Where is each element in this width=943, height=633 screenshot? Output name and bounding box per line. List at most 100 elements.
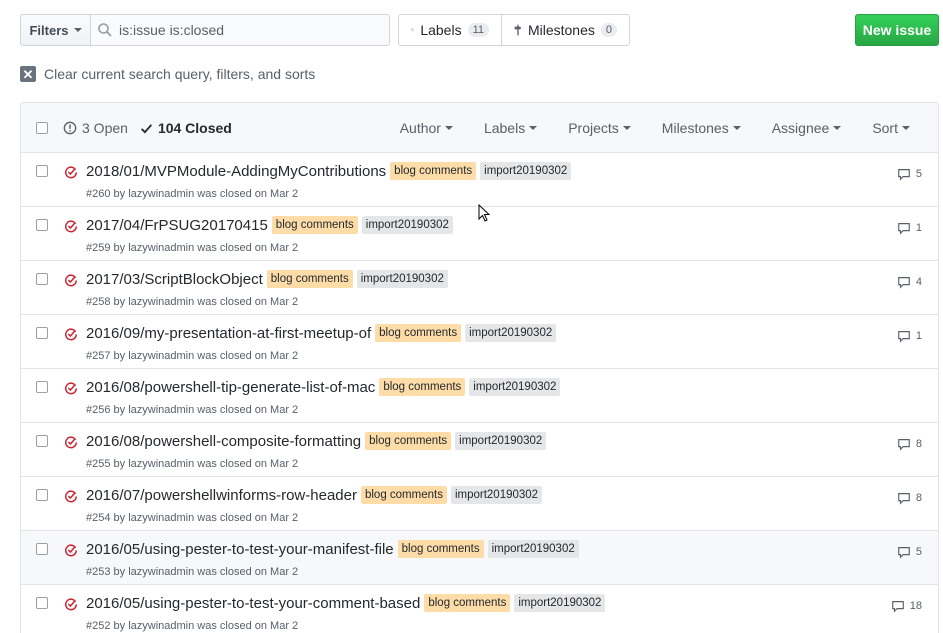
label-blog-comments[interactable]: blog comments <box>424 594 511 612</box>
issue-meta: #257 by lazywinadmin was closed on Mar 2 <box>86 350 299 362</box>
select-all-checkbox[interactable] <box>36 122 48 134</box>
issue-title-link[interactable]: 2017/03/ScriptBlockObject <box>86 271 263 288</box>
projects-menu[interactable]: Projects <box>568 120 631 136</box>
issues-list: 3 Open 104 Closed Author Labels Projects… <box>20 102 939 633</box>
issue-row[interactable]: 2016/05/using-pester-to-test-your-commen… <box>21 585 938 633</box>
milestones-menu[interactable]: Milestones <box>662 120 741 136</box>
labels-label: Labels <box>420 22 462 38</box>
milestones-button[interactable]: Milestones 0 <box>501 14 630 46</box>
comment-count: 1 <box>915 330 922 342</box>
search-input[interactable] <box>119 22 379 38</box>
tag-icon <box>411 28 415 32</box>
labels-button[interactable]: Labels 11 <box>398 14 502 46</box>
issue-title-line: 2016/08/powershell-composite-formatting … <box>86 432 547 450</box>
comment-icon <box>898 331 910 343</box>
comments-link[interactable]: 8 <box>897 437 922 451</box>
sort-menu[interactable]: Sort <box>872 120 910 136</box>
assignee-menu[interactable]: Assignee <box>772 120 842 136</box>
issue-closed-icon <box>65 328 77 341</box>
label-blog-comments[interactable]: blog comments <box>390 162 477 180</box>
caret-down-icon <box>732 126 741 130</box>
issue-meta: #256 by lazywinadmin was closed on Mar 2 <box>86 404 299 416</box>
issue-checkbox[interactable] <box>36 489 48 501</box>
comments-link[interactable]: 18 <box>891 599 922 613</box>
issue-checkbox[interactable] <box>36 597 48 609</box>
issue-title-line: 2016/05/using-pester-to-test-your-manife… <box>86 540 579 558</box>
author-menu[interactable]: Author <box>400 120 453 136</box>
filters-button[interactable]: Filters <box>20 14 91 46</box>
issue-title-link[interactable]: 2016/07/powershellwinforms-row-header <box>86 487 357 504</box>
issue-checkbox[interactable] <box>36 219 48 231</box>
new-issue-button[interactable]: New issue <box>855 14 939 46</box>
issue-title-line: 2016/05/using-pester-to-test-your-commen… <box>86 594 606 612</box>
caret-down-icon <box>902 126 910 130</box>
comments-link[interactable]: 8 <box>897 491 922 505</box>
label-import[interactable]: import20190302 <box>514 594 606 612</box>
issue-title-link[interactable]: 2016/09/my-presentation-at-first-meetup-… <box>86 325 371 342</box>
issues-toolbar: Filters Labels 11 Milestones 0 New issue <box>20 14 939 46</box>
label-blog-comments[interactable]: blog comments <box>360 486 447 504</box>
issue-closed-icon <box>65 220 77 233</box>
issue-row[interactable]: 2016/05/using-pester-to-test-your-manife… <box>21 531 938 585</box>
issue-title-line: 2017/04/FrPSUG20170415 blog comments imp… <box>86 216 453 234</box>
label-import[interactable]: import20190302 <box>469 378 561 396</box>
issue-title-link[interactable]: 2016/05/using-pester-to-test-your-manife… <box>86 541 394 558</box>
clear-filters-text: Clear current search query, filters, and… <box>44 66 316 82</box>
comments-link[interactable]: 1 <box>897 329 922 343</box>
label-import[interactable]: import20190302 <box>487 540 579 558</box>
issue-closed-icon <box>65 166 77 179</box>
issue-row[interactable]: 2018/01/MVPModule-AddingMyContributions … <box>21 153 938 207</box>
issue-title-link[interactable]: 2018/01/MVPModule-AddingMyContributions <box>86 163 386 180</box>
label-import[interactable]: import20190302 <box>480 162 572 180</box>
comments-link[interactable]: 5 <box>897 545 922 559</box>
comment-count: 18 <box>909 600 922 612</box>
milestones-count: 0 <box>600 23 617 37</box>
clear-filters-link[interactable]: ✕ Clear current search query, filters, a… <box>20 66 315 82</box>
search-field[interactable] <box>90 14 390 46</box>
issue-row[interactable]: 2016/08/powershell-tip-generate-list-of-… <box>21 369 938 423</box>
comments-link[interactable]: 5 <box>897 167 922 181</box>
issue-closed-icon <box>65 544 77 557</box>
closed-issues-toggle[interactable]: 104 Closed <box>140 120 232 136</box>
check-icon <box>140 123 152 133</box>
issue-row[interactable]: 2016/09/my-presentation-at-first-meetup-… <box>21 315 938 369</box>
comments-link[interactable]: 4 <box>897 275 922 289</box>
issue-row[interactable]: 2016/07/powershellwinforms-row-header bl… <box>21 477 938 531</box>
issue-title-link[interactable]: 2016/08/powershell-tip-generate-list-of-… <box>86 379 375 396</box>
milestone-icon <box>514 24 522 36</box>
comment-count: 5 <box>915 546 922 558</box>
label-import[interactable]: import20190302 <box>450 486 543 504</box>
issue-meta: #255 by lazywinadmin was closed on Mar 2 <box>86 458 299 470</box>
label-import[interactable]: import20190302 <box>356 270 448 288</box>
label-import[interactable]: import20190302 <box>361 216 453 234</box>
label-import[interactable]: import20190302 <box>455 432 547 450</box>
open-issues-toggle[interactable]: 3 Open <box>63 120 128 136</box>
issue-checkbox[interactable] <box>36 165 48 177</box>
issue-checkbox[interactable] <box>36 381 48 393</box>
filters-label: Filters <box>29 22 69 38</box>
issue-row[interactable]: 2016/08/powershell-composite-formatting … <box>21 423 938 477</box>
issue-title-link[interactable]: 2016/05/using-pester-to-test-your-commen… <box>86 595 420 612</box>
comments-link[interactable]: 1 <box>897 221 922 235</box>
issue-checkbox[interactable] <box>36 327 48 339</box>
label-blog-comments[interactable]: blog comments <box>397 540 484 558</box>
issue-title-link[interactable]: 2016/08/powershell-composite-formatting <box>86 433 361 450</box>
comment-icon <box>898 223 910 235</box>
label-blog-comments[interactable]: blog comments <box>375 324 462 342</box>
issue-checkbox[interactable] <box>36 543 48 555</box>
comment-count: 8 <box>915 492 922 504</box>
issue-title-line: 2016/09/my-presentation-at-first-meetup-… <box>86 324 557 342</box>
label-blog-comments[interactable]: blog comments <box>271 216 358 234</box>
state-toggle: 3 Open 104 Closed <box>63 120 232 136</box>
label-blog-comments[interactable]: blog comments <box>266 270 353 288</box>
issue-title-link[interactable]: 2017/04/FrPSUG20170415 <box>86 217 268 234</box>
issue-row[interactable]: 2017/03/ScriptBlockObject blog comments … <box>21 261 938 315</box>
label-import[interactable]: import20190302 <box>465 324 557 342</box>
comment-icon <box>898 493 910 505</box>
issue-checkbox[interactable] <box>36 273 48 285</box>
issue-checkbox[interactable] <box>36 435 48 447</box>
label-blog-comments[interactable]: blog comments <box>379 378 466 396</box>
label-blog-comments[interactable]: blog comments <box>365 432 452 450</box>
labels-menu[interactable]: Labels <box>484 120 538 136</box>
comment-count: 5 <box>915 168 922 180</box>
